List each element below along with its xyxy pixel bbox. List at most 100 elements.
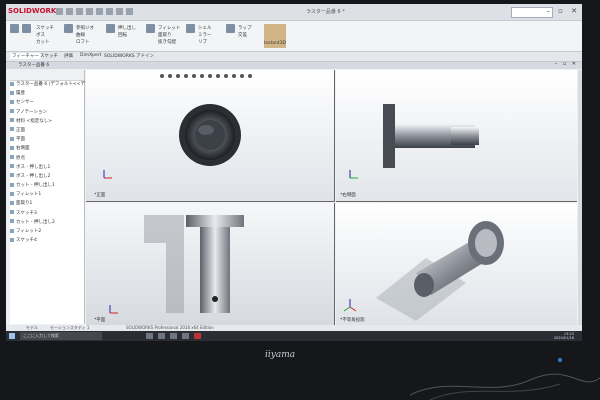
explorer-icon[interactable] (170, 333, 177, 339)
viewport-front[interactable]: *正面 (86, 70, 335, 202)
tree-item[interactable]: カット - 押し出し2 (10, 219, 84, 228)
tree-item[interactable]: 材料 <指定なし> (10, 118, 84, 127)
ribbon-label[interactable]: ラップ (238, 25, 252, 31)
ribbon-label[interactable]: カット (36, 39, 50, 45)
tree-toolbar (10, 70, 84, 81)
triad-icon (109, 305, 118, 314)
tree-item[interactable]: 原点 (10, 155, 84, 164)
view-label: *不等角投影 (340, 318, 365, 323)
tree-item[interactable]: スケッチ4 (10, 237, 84, 246)
ribbon-label[interactable]: ボス (36, 32, 45, 38)
ribbon-label[interactable]: 回転 (118, 32, 127, 38)
loft-icon[interactable] (106, 24, 115, 33)
tab-features[interactable]: フィーチャー (10, 53, 41, 59)
triad-icon (343, 299, 357, 312)
wrap-icon[interactable] (226, 24, 235, 33)
task-pane-rail[interactable] (578, 70, 582, 325)
window-controls[interactable]: – ▫ ✕ (546, 7, 580, 15)
sketch-icon (10, 210, 14, 215)
isometric-view-render (343, 221, 504, 321)
viewport-isometric[interactable]: *不等角投影 (336, 203, 577, 325)
view-label: *平面 (94, 318, 106, 323)
ribbon-label[interactable]: ミラー (198, 32, 212, 38)
print-icon[interactable] (86, 8, 93, 15)
command-tabs: フィーチャー スケッチ 評価 DimXpert SOLIDWORKS アドイン (6, 52, 582, 62)
view-toolbar[interactable] (160, 74, 252, 78)
edge-icon[interactable] (158, 333, 165, 339)
cut-extrude-icon[interactable] (64, 24, 73, 33)
rebuild-icon[interactable] (116, 8, 123, 15)
tree-item[interactable]: ボス - 押し出し1 (10, 164, 84, 173)
tree-item[interactable]: カット - 押し出し1 (10, 182, 84, 191)
material-icon (10, 118, 14, 123)
view-label: *右側面 (340, 193, 356, 198)
tab-sketch[interactable]: スケッチ (38, 53, 60, 59)
tab-dimxpert[interactable]: DimXpert (78, 53, 103, 58)
fillet-icon (10, 191, 14, 196)
tree-item[interactable]: ラスター品番 6 (デフォルト<<デフォルト>_表示状態 (10, 81, 127, 90)
ribbon-label[interactable]: 押し出し (118, 25, 136, 31)
options-icon[interactable] (126, 8, 133, 15)
task-view-icon[interactable] (146, 333, 153, 339)
history-icon (10, 90, 14, 95)
shaft-end (195, 120, 225, 150)
viewport-right[interactable]: *右側面 (336, 70, 577, 202)
tree-item[interactable]: スケッチ3 (10, 210, 84, 219)
ribbon-label[interactable]: フィレット (158, 25, 180, 31)
tree-item[interactable]: アノテーション (10, 109, 84, 118)
screen: SOLIDWORKS ラスター品番 6 * – ▫ ✕ スケッチ ボス カット … (6, 4, 582, 341)
tab-evaluate[interactable]: 評価 (62, 53, 75, 59)
document-window-controls[interactable]: – ▫ ✕ (555, 61, 578, 67)
title-bar: SOLIDWORKS ラスター品番 6 * – ▫ ✕ (6, 4, 582, 21)
sketch-icon (10, 237, 14, 242)
view-label: *正面 (94, 193, 106, 198)
ribbon-label[interactable]: Instant3D (264, 41, 286, 46)
document-title: ラスター品番 6 (18, 63, 50, 68)
feature-manager-tree: ラスター品番 6 (デフォルト<<デフォルト>_表示状態 履歴 センサー アノテ… (10, 70, 127, 324)
new-icon[interactable] (56, 8, 63, 15)
origin-icon (10, 155, 14, 159)
fillet-icon[interactable] (146, 24, 155, 33)
ribbon-label[interactable]: 面取り (158, 32, 172, 38)
tree-item[interactable]: 履歴 (10, 90, 84, 99)
cross-hole (212, 296, 218, 302)
undo-icon[interactable] (96, 8, 103, 15)
tab-addins[interactable]: SOLIDWORKS アドイン (102, 53, 156, 59)
ribbon-label[interactable]: スケッチ (36, 25, 54, 31)
ribbon-label[interactable]: ロフト (76, 39, 90, 45)
save-icon[interactable] (76, 8, 83, 15)
open-icon[interactable] (66, 8, 73, 15)
ribbon-label[interactable]: 参照ジオ (76, 25, 94, 31)
taskbar-search-input[interactable]: ここに入力して検索 (20, 332, 102, 340)
windows-start-icon[interactable] (9, 333, 15, 339)
revolve-boss-icon[interactable] (22, 24, 31, 33)
tree-item[interactable]: 正面 (10, 127, 84, 136)
extrude-icon (10, 164, 14, 169)
tree-item[interactable]: フィレット2 (10, 228, 84, 237)
ribbon-label[interactable]: 交差 (238, 32, 247, 38)
monitor: SOLIDWORKS ラスター品番 6 * – ▫ ✕ スケッチ ボス カット … (0, 0, 600, 400)
viewport-top[interactable]: *平面 (86, 203, 335, 325)
ribbon-label[interactable]: 曲線 (76, 32, 85, 38)
ribbon-label[interactable]: リブ (198, 39, 207, 45)
store-icon[interactable] (182, 333, 189, 339)
extrude-icon (10, 173, 14, 178)
solidworks-taskbar-icon[interactable] (194, 333, 201, 339)
tree-item[interactable]: 平面 (10, 136, 84, 145)
sensor-icon (10, 99, 14, 104)
cut-icon (10, 219, 14, 224)
select-icon[interactable] (106, 8, 113, 15)
ribbon: スケッチ ボス カット 参照ジオ 曲線 ロフト 押し出し 回転 フィレット 面取… (6, 21, 582, 52)
ribbon-label[interactable]: シェル (198, 25, 212, 31)
tree-item[interactable]: ボス - 押し出し2 (10, 173, 84, 182)
tree-item[interactable]: センサー (10, 99, 84, 108)
shell-icon[interactable] (186, 24, 195, 33)
plane-icon (10, 145, 14, 150)
chamfer-icon (10, 200, 14, 205)
tree-item[interactable]: 右側面 (10, 145, 84, 154)
tree-item[interactable]: 面取り1 (10, 200, 84, 209)
extrude-boss-icon[interactable] (10, 24, 19, 33)
part-icon (10, 81, 14, 86)
tree-item[interactable]: フィレット1 (10, 191, 84, 200)
ribbon-label[interactable]: 抜き勾配 (158, 39, 176, 45)
